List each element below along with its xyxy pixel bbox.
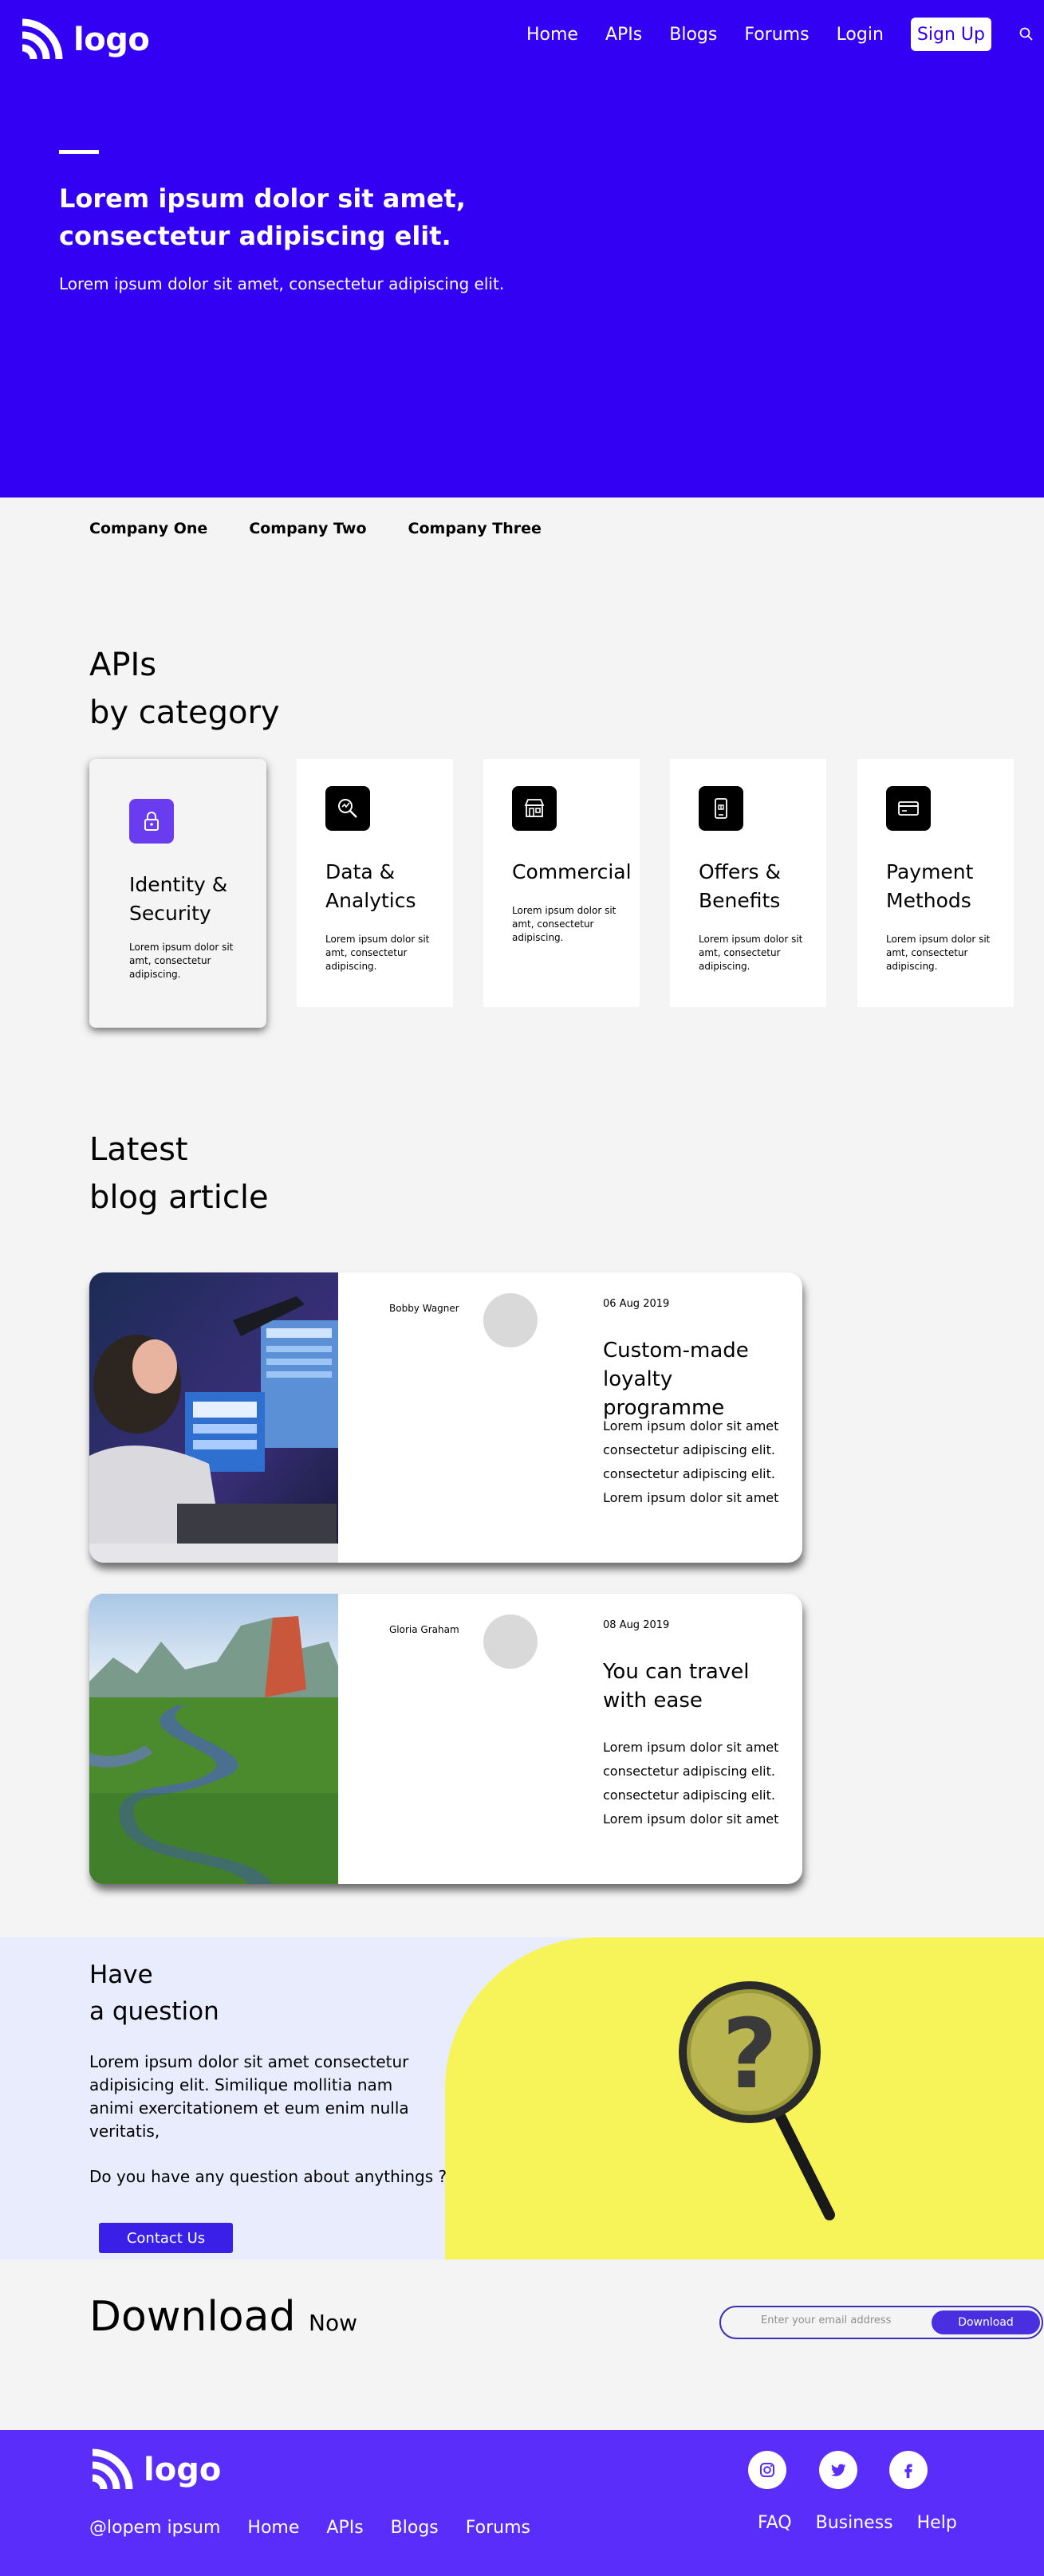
apis-title-line2: by category <box>89 694 280 731</box>
logo[interactable]: logo <box>19 18 150 62</box>
nav-login[interactable]: Login <box>837 25 884 45</box>
api-card-title: Commercial <box>512 860 632 883</box>
hero-section: logo Home APIs Blogs Forums Login Sign U… <box>0 0 1044 498</box>
footer-links: @lopem ipsum Home APIs Blogs Forums <box>89 2518 557 2538</box>
top-nav: Home APIs Blogs Forums Login Sign Up <box>526 14 1034 54</box>
blog-date: 06 Aug 2019 <box>603 1298 670 1310</box>
signup-button[interactable]: Sign Up <box>910 18 991 51</box>
blog-article-body: Lorem ipsum dolor sit amet consectetur a… <box>603 1418 779 1505</box>
question-title-line1: Have <box>89 1961 153 1989</box>
apis-title-line1: APIs <box>89 647 157 683</box>
footer-link-business[interactable]: Business <box>816 2513 893 2533</box>
api-card-desc: Lorem ipsum dolor sit amt, consectetur a… <box>325 934 430 972</box>
nav-forums[interactable]: Forums <box>744 25 809 45</box>
blog-article-title[interactable]: You can travel with ease <box>603 1658 762 1715</box>
api-card-title: Data & Analytics <box>325 860 416 912</box>
question-title: Have a question <box>89 1957 219 2030</box>
footer-link-forums[interactable]: Forums <box>466 2518 530 2538</box>
api-card-desc: Lorem ipsum dolor sit amt, consectetur a… <box>886 934 991 972</box>
blog-title-line2: blog article <box>89 1179 269 1216</box>
lock-icon <box>129 799 174 844</box>
blog-article-body: Lorem ipsum dolor sit amet consectetur a… <box>603 1740 779 1827</box>
apis-title: APIs by category <box>89 641 280 737</box>
hero-subtitle: Lorem ipsum dolor sit amet, consectetur … <box>59 274 505 293</box>
blog-image-computer <box>89 1272 338 1563</box>
footer-link-help[interactable]: Help <box>917 2513 957 2533</box>
api-card-desc: Lorem ipsum dolor sit amt, consectetur a… <box>699 934 803 972</box>
avatar <box>483 1293 538 1347</box>
avatar <box>483 1614 538 1669</box>
question-title-line2: a question <box>89 1997 219 2026</box>
api-card-data[interactable]: Data & Analytics Lorem ipsum dolor sit a… <box>297 759 453 1007</box>
blog-card[interactable]: Gloria Graham 08 Aug 2019 You can travel… <box>89 1594 802 1884</box>
download-title: Download Now <box>89 2293 357 2341</box>
blog-title: Latest blog article <box>89 1126 269 1221</box>
api-card-title: Identity & Security <box>129 873 228 925</box>
nav-blogs[interactable]: Blogs <box>669 25 717 45</box>
blog-article-title[interactable]: Custom-made loyalty programme <box>603 1336 794 1422</box>
nav-home[interactable]: Home <box>526 25 578 45</box>
footer-link-apis[interactable]: APIs <box>326 2518 363 2538</box>
hero-title: Lorem ipsum dolor sit amet, consectetur … <box>59 183 466 251</box>
download-button[interactable]: Download <box>932 2311 1040 2334</box>
blog-author: Bobby Wagner <box>389 1303 459 1314</box>
footer-link-faq[interactable]: FAQ <box>758 2513 792 2533</box>
question-prompt: Do you have any question about anythings… <box>89 2167 447 2186</box>
question-section: ? Have a question Lorem ipsum dolor sit … <box>0 1937 1044 2259</box>
email-input[interactable] <box>761 2314 920 2326</box>
blog-image-river <box>89 1594 338 1884</box>
svg-text:?: ? <box>722 2000 778 2110</box>
mobile-offer-icon <box>699 786 743 831</box>
analytics-icon <box>325 786 370 831</box>
hero-accent-line <box>59 150 99 154</box>
credit-card-icon <box>886 786 931 831</box>
blog-card[interactable]: Bobby Wagner 06 Aug 2019 Custom-made loy… <box>89 1272 802 1563</box>
api-card-commercial[interactable]: Commercial Lorem ipsum dolor sit amt, co… <box>483 759 640 1007</box>
company-list: Company One Company Two Company Three <box>89 520 583 537</box>
footer-link-home[interactable]: Home <box>247 2518 299 2538</box>
company-item: Company Two <box>249 520 367 537</box>
logo-icon <box>92 2448 133 2490</box>
company-item: Company Three <box>408 520 542 537</box>
store-icon <box>512 786 557 831</box>
footer-logo[interactable]: logo <box>89 2448 221 2492</box>
api-card-desc: Lorem ipsum dolor sit amt, consectetur a… <box>512 905 617 943</box>
contact-us-button[interactable]: Contact Us <box>99 2223 233 2253</box>
download-title-small: Now <box>309 2310 357 2336</box>
email-signup-box: Download <box>719 2306 1043 2339</box>
twitter-icon[interactable] <box>819 2451 857 2489</box>
api-card-payment[interactable]: Payment Methods Lorem ipsum dolor sit am… <box>857 759 1014 1007</box>
api-card-identity[interactable]: Identity & Security Lorem ipsum dolor si… <box>89 759 266 1028</box>
api-card-offers[interactable]: Offers & Benefits Lorem ipsum dolor sit … <box>670 759 826 1007</box>
instagram-icon[interactable] <box>748 2451 786 2489</box>
logo-icon <box>22 18 63 60</box>
nav-apis[interactable]: APIs <box>605 25 642 45</box>
footer: logo @lopem ipsum Home APIs Blogs Forums… <box>0 2430 1044 2576</box>
search-icon[interactable] <box>1018 26 1034 42</box>
question-body: Lorem ipsum dolor sit amet consectetur a… <box>89 2052 409 2141</box>
api-card-title: Payment Methods <box>886 860 974 912</box>
api-card-desc: Lorem ipsum dolor sit amt, consectetur a… <box>129 942 234 980</box>
facebook-icon[interactable] <box>889 2451 928 2489</box>
company-item: Company One <box>89 520 208 537</box>
footer-logo-text: logo <box>144 2452 222 2488</box>
footer-right-links: FAQ Business Help <box>758 2513 981 2533</box>
blog-title-line1: Latest <box>89 1131 188 1168</box>
question-image-panel: ? <box>445 1937 1044 2259</box>
blog-author: Gloria Graham <box>389 1624 459 1635</box>
api-card-title: Offers & Benefits <box>699 860 782 912</box>
footer-link-blogs[interactable]: Blogs <box>391 2518 439 2538</box>
blog-date: 08 Aug 2019 <box>603 1619 670 1631</box>
magnifying-glass-question-icon: ? <box>679 1981 835 2220</box>
logo-text: logo <box>73 22 150 58</box>
footer-handle[interactable]: @lopem ipsum <box>89 2518 220 2538</box>
download-title-main: Download <box>89 2293 296 2341</box>
